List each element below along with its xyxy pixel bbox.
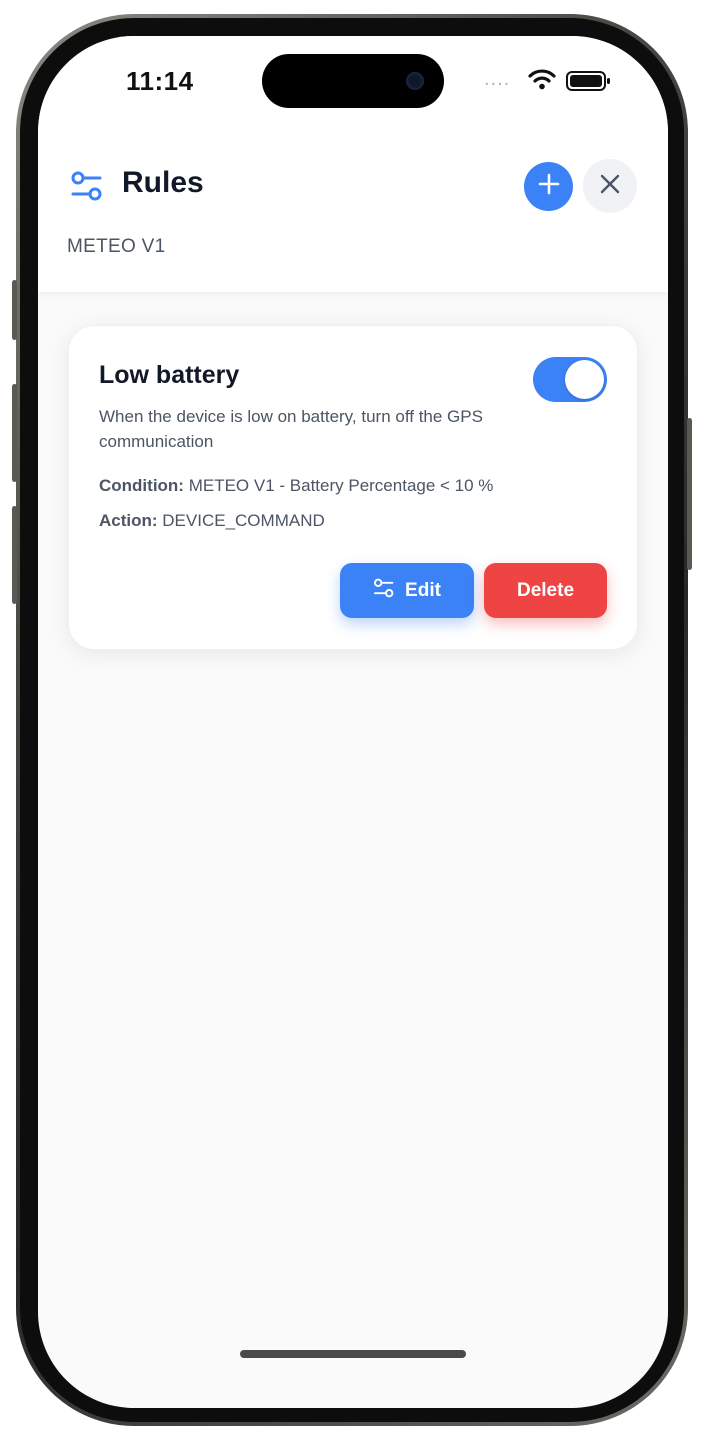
action-label: Action:: [99, 511, 158, 530]
add-rule-button[interactable]: [524, 162, 573, 211]
signal-dots: ....: [484, 68, 511, 90]
sliders-icon: [373, 577, 405, 605]
rule-card: Low battery When the device is low on ba…: [68, 325, 638, 650]
action-button: [12, 280, 17, 340]
rule-enabled-toggle[interactable]: [533, 357, 607, 402]
page-title: Rules: [122, 166, 204, 199]
close-icon: [599, 173, 621, 200]
rule-action: Action: DEVICE_COMMAND: [99, 511, 325, 531]
delete-label: Delete: [516, 579, 575, 601]
screen: Rules METEO V1 11:14 .... Low battery Wh…: [38, 36, 668, 1408]
rule-condition: Condition: METEO V1 - Battery Percentage…: [99, 476, 493, 496]
dynamic-island: [262, 54, 444, 108]
action-value: DEVICE_COMMAND: [162, 511, 325, 530]
status-time: 11:14: [126, 66, 194, 96]
edit-label: Edit: [405, 579, 441, 601]
condition-value: METEO V1 - Battery Percentage < 10 %: [188, 476, 494, 495]
edit-button[interactable]: Edit: [340, 563, 474, 618]
power-button: [687, 418, 692, 570]
condition-label: Condition:: [99, 476, 184, 495]
rule-title: Low battery: [99, 361, 240, 389]
delete-button[interactable]: Delete: [484, 563, 607, 618]
home-indicator[interactable]: [240, 1350, 466, 1358]
device-subtitle: METEO V1: [67, 236, 166, 257]
toggle-knob: [565, 360, 604, 399]
volume-down-button: [12, 506, 17, 604]
camera-icon: [406, 72, 424, 90]
close-button[interactable]: [583, 159, 637, 213]
volume-up-button: [12, 384, 17, 482]
battery-icon: [566, 70, 612, 97]
wifi-icon: [528, 68, 556, 95]
sliders-icon: [70, 169, 104, 208]
rule-description: When the device is low on battery, turn …: [99, 407, 483, 451]
plus-icon: [537, 172, 561, 201]
